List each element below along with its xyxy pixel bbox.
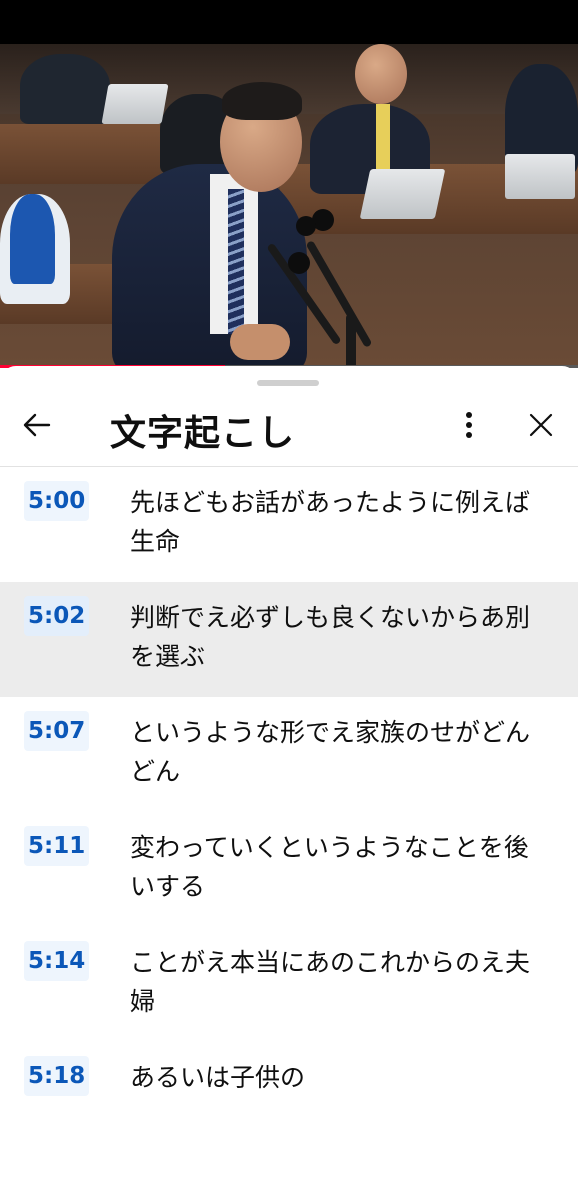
drag-handle[interactable] bbox=[257, 380, 319, 386]
background-person bbox=[20, 54, 110, 124]
segment-text: というような形でえ家族のせがどんどん bbox=[130, 718, 531, 786]
panel-title: 文字起こし bbox=[110, 413, 296, 454]
background-person-shirt bbox=[10, 194, 55, 284]
segment-timestamp[interactable]: 5:07 bbox=[24, 711, 90, 751]
transcript-segment[interactable]: 5:18 あるいは子供の bbox=[0, 1042, 578, 1157]
segment-timestamp[interactable]: 5:14 bbox=[24, 941, 90, 981]
segment-text: あるいは子供の bbox=[130, 1063, 306, 1092]
segment-timestamp[interactable]: 5:00 bbox=[24, 481, 90, 521]
speaker-hair bbox=[222, 82, 302, 120]
transcript-header: 文字起こし bbox=[0, 388, 578, 467]
transcript-segment[interactable]: 5:11 変わっていくというようなことを後いする bbox=[0, 812, 578, 927]
more-vertical-icon bbox=[464, 411, 474, 443]
transcript-segment-active[interactable]: 5:02 判断でえ必ずしも良くないからあ別を選ぶ bbox=[0, 582, 578, 697]
microphone-head bbox=[296, 216, 316, 236]
background-person-head bbox=[355, 44, 407, 104]
back-button[interactable] bbox=[18, 408, 56, 446]
microphone-head bbox=[288, 252, 310, 274]
segment-timestamp[interactable]: 5:02 bbox=[24, 596, 90, 636]
transcript-segment[interactable]: 5:07 というような形でえ家族のせがどんどん bbox=[0, 697, 578, 812]
arrow-left-icon bbox=[22, 410, 52, 444]
segment-timestamp[interactable]: 5:18 bbox=[24, 1056, 90, 1096]
microphone-stem bbox=[305, 240, 373, 348]
laptop bbox=[359, 169, 446, 219]
more-options-button[interactable] bbox=[452, 408, 486, 446]
segment-text: ことがえ本当にあのこれからのえ夫婦 bbox=[130, 948, 531, 1016]
transcript-segment[interactable]: 5:00 先ほどもお話があったように例えば生命 bbox=[0, 467, 578, 582]
segment-text: 判断でえ必ずしも良くないからあ別を選ぶ bbox=[130, 603, 531, 671]
laptop bbox=[505, 154, 575, 199]
video-player[interactable] bbox=[0, 44, 578, 366]
close-button[interactable] bbox=[522, 408, 560, 446]
status-bar bbox=[0, 0, 578, 44]
microphone-base bbox=[346, 314, 356, 366]
segment-text: 先ほどもお話があったように例えば生命 bbox=[130, 488, 531, 556]
desk bbox=[0, 124, 160, 184]
laptop bbox=[101, 84, 169, 124]
segment-text: 変わっていくというようなことを後いする bbox=[130, 833, 529, 901]
speaker-hands bbox=[230, 324, 290, 360]
transcript-segment[interactable]: 5:14 ことがえ本当にあのこれからのえ夫婦 bbox=[0, 927, 578, 1042]
speaker-tie bbox=[228, 189, 244, 334]
transcript-panel: 文字起こし 5:00 先ほどもお話があったように例えば生命 5:02 判断でえ必… bbox=[0, 366, 578, 1200]
transcript-list: 5:00 先ほどもお話があったように例えば生命 5:02 判断でえ必ずしも良くな… bbox=[0, 467, 578, 1157]
close-icon bbox=[528, 412, 554, 442]
segment-timestamp[interactable]: 5:11 bbox=[24, 826, 90, 866]
